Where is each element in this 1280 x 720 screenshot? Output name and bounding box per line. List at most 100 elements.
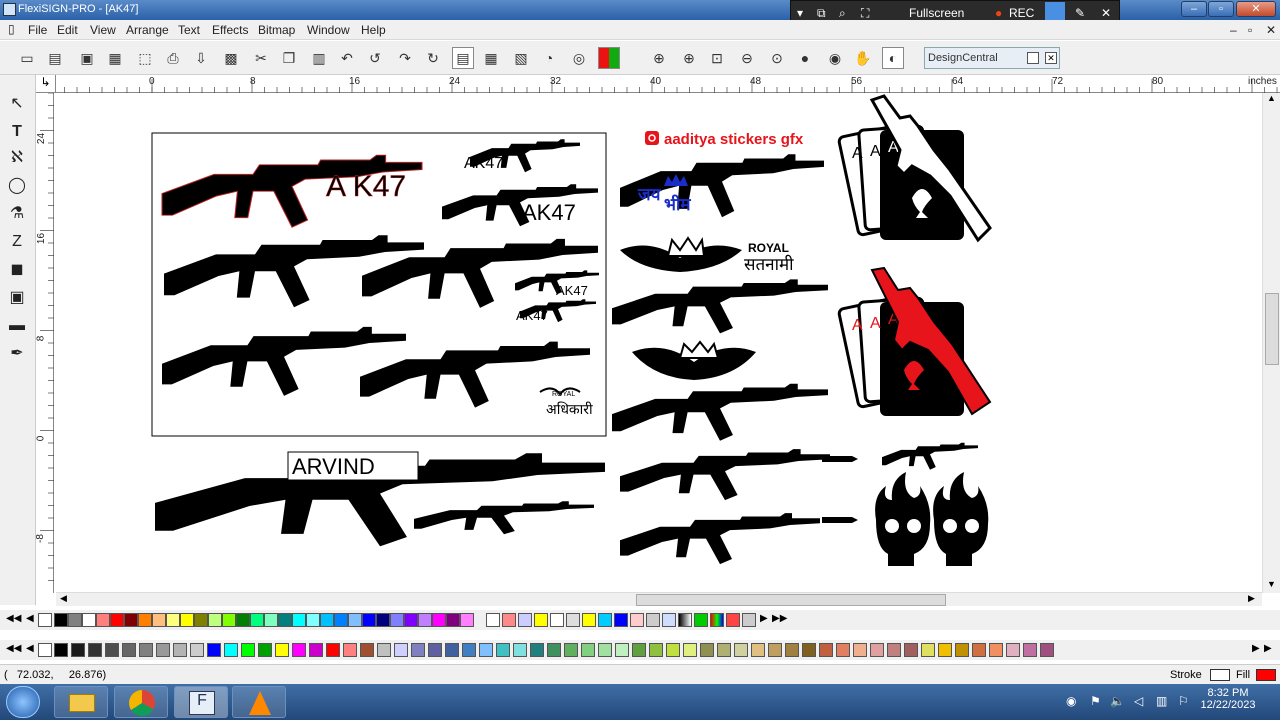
color-swatch[interactable] [853, 643, 867, 657]
color-swatch[interactable] [124, 613, 138, 627]
ak47-text[interactable]: A K47 [326, 170, 407, 204]
new-icon[interactable]: ▭ [16, 47, 38, 69]
ruler-origin[interactable]: ↳ [36, 75, 56, 93]
color-swatch[interactable] [275, 643, 289, 657]
pattern-swatch[interactable] [582, 613, 596, 627]
redo-icon[interactable]: ↷ [394, 47, 416, 69]
no-color-swatch[interactable] [38, 613, 52, 627]
tray-shield-icon[interactable]: ◉ [1066, 694, 1076, 708]
select-tool-icon[interactable]: ↖ [6, 93, 28, 115]
pattern-swatch[interactable] [662, 613, 676, 627]
arrange-icon[interactable]: ▦ [480, 47, 502, 69]
color-swatch[interactable] [819, 643, 833, 657]
menu-bitmap[interactable]: Bitmap [258, 23, 295, 37]
color-swatch[interactable] [306, 613, 320, 627]
color-swatch[interactable] [904, 643, 918, 657]
scroll-right-icon[interactable]: ▶ [1248, 593, 1255, 604]
menu-edit[interactable]: Edit [57, 23, 78, 37]
color-swatch[interactable] [139, 643, 153, 657]
document-icon[interactable]: ▯ [8, 22, 15, 36]
color-swatch[interactable] [88, 643, 102, 657]
color-swatch[interactable] [348, 613, 362, 627]
color-swatch[interactable] [989, 643, 1003, 657]
color-swatch[interactable] [768, 643, 782, 657]
pattern-swatch[interactable] [518, 613, 532, 627]
color-swatch[interactable] [496, 643, 510, 657]
color-swatch[interactable] [96, 613, 110, 627]
color-swatch[interactable] [649, 643, 663, 657]
color-swatch[interactable] [802, 643, 816, 657]
menu-arrange[interactable]: Arrange [126, 23, 169, 37]
color-swatch[interactable] [390, 613, 404, 627]
bhim-text[interactable]: भीम [664, 194, 691, 214]
pattern-swatch[interactable] [550, 613, 564, 627]
ace-cards-black[interactable]: A A A [837, 94, 992, 243]
flaming-skulls[interactable] [875, 472, 989, 566]
print-icon[interactable]: ⎙ [162, 47, 184, 69]
pan-hand-icon[interactable]: ✋ [852, 47, 874, 69]
color-swatch[interactable] [68, 613, 82, 627]
color-swatch[interactable] [581, 643, 595, 657]
menu-view[interactable]: View [90, 23, 116, 37]
color-swatch[interactable] [751, 643, 765, 657]
color-swatch[interactable] [343, 643, 357, 657]
royal-text[interactable]: ROYAL [748, 241, 789, 255]
start-button[interactable] [6, 686, 40, 718]
color-swatch[interactable] [598, 643, 612, 657]
color-swatch[interactable] [156, 643, 170, 657]
minimize-button[interactable]: – [1181, 1, 1207, 17]
palette-prev-icon[interactable]: ◀ [26, 613, 34, 624]
color-swatch[interactable] [445, 643, 459, 657]
palette-last-icon[interactable]: ▶▶ [772, 613, 787, 624]
design-central-panel[interactable]: DesignCentral ✕ [924, 47, 1060, 69]
taskbar-vlc[interactable] [232, 686, 286, 718]
palette-last-icon[interactable]: ▶ [1264, 643, 1272, 654]
pattern-swatch[interactable] [726, 613, 740, 627]
save-as-icon[interactable]: ▦ [104, 47, 126, 69]
color-swatch[interactable] [887, 643, 901, 657]
color-swatch[interactable] [836, 643, 850, 657]
taskbar-explorer[interactable] [54, 686, 108, 718]
scroll-down-icon[interactable]: ▼ [1267, 579, 1276, 589]
doc-minimize-icon[interactable]: – [1230, 23, 1237, 37]
adhikari-text[interactable]: अधिकारी [546, 401, 593, 417]
menu-help[interactable]: Help [361, 23, 386, 37]
color-swatch[interactable] [615, 643, 629, 657]
open-icon[interactable]: ▤ [44, 47, 66, 69]
pattern-swatch[interactable] [742, 613, 756, 627]
color-swatch[interactable] [418, 613, 432, 627]
recorder-close-icon[interactable]: ✕ [1101, 6, 1111, 20]
color-swatch[interactable] [224, 643, 238, 657]
arvind-text[interactable]: ARVIND [292, 454, 375, 479]
eyedropper-tool-icon[interactable]: ✒ [6, 343, 28, 365]
rifle-graphic[interactable] [414, 501, 594, 535]
menu-window[interactable]: Window [307, 23, 350, 37]
color-swatch[interactable] [432, 613, 446, 627]
color-swatch[interactable] [173, 643, 187, 657]
palette-first-icon[interactable]: ◀◀ [6, 643, 21, 654]
color-swatch[interactable] [411, 643, 425, 657]
tray-network-icon[interactable]: ▥ [1156, 694, 1167, 708]
tray-speaker-icon[interactable]: 🔈 [1110, 694, 1125, 708]
undo-icon[interactable]: ↶ [336, 47, 358, 69]
color-swatch[interactable] [547, 643, 561, 657]
rec-button[interactable]: REC [1009, 6, 1034, 20]
color-swatch[interactable] [54, 613, 68, 627]
zoom-previous-icon[interactable]: ◉ [824, 47, 846, 69]
color-swatch[interactable] [734, 643, 748, 657]
vertical-scroll-thumb[interactable] [1265, 293, 1279, 365]
pattern-swatch[interactable] [502, 613, 516, 627]
color-swatch[interactable] [717, 643, 731, 657]
color-swatch[interactable] [938, 643, 952, 657]
color-swatch[interactable] [166, 613, 180, 627]
design-central-restore-icon[interactable] [1027, 52, 1039, 64]
color-swatch[interactable] [250, 613, 264, 627]
ak47-text[interactable]: AK47 [464, 155, 503, 172]
satnami-text[interactable]: सतनामी [744, 254, 794, 274]
color-swatch[interactable] [122, 643, 136, 657]
gradient-swatch[interactable] [678, 613, 692, 627]
crown-icon[interactable] [678, 340, 720, 359]
distort-tool-icon[interactable]: Z [6, 231, 28, 253]
tray-volume-icon[interactable]: ◁ [1134, 694, 1143, 708]
color-swatch[interactable] [446, 613, 460, 627]
